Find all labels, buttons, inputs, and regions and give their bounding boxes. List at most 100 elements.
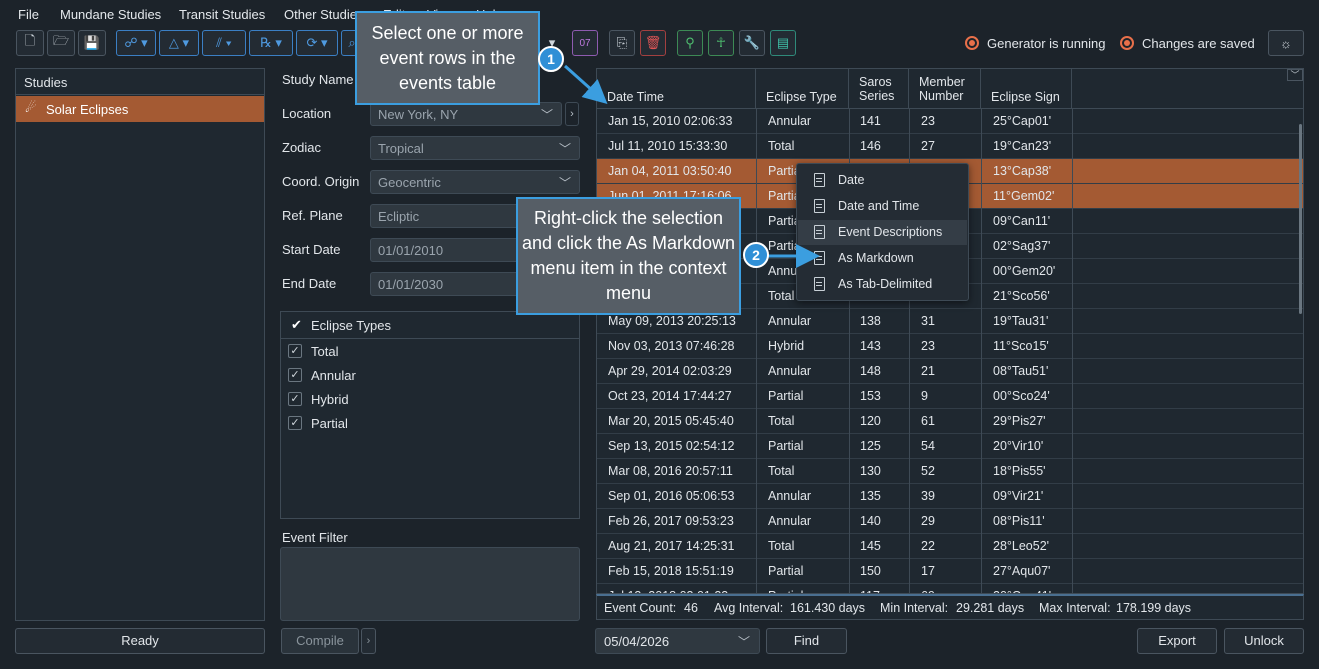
cell-eclipse-type: Partial [768,564,804,578]
scrollbar-thumb[interactable] [1299,124,1302,314]
cell-eclipse-type: Total [768,464,795,478]
column-chooser-icon[interactable]: ﹀ [1287,69,1303,81]
column-header-datetime[interactable]: Date Time [597,69,756,109]
chevron-down-icon: ﹀ [540,108,553,122]
cell-datetime: Mar 20, 2015 05:45:40 [608,414,734,428]
cell-eclipse-type: Annular [768,114,812,128]
eclipse-types-header[interactable]: ✔ Eclipse Types [281,312,579,339]
date-picker-value: 05/04/2026 [604,634,670,649]
column-header-eclipse-sign[interactable]: Eclipse Sign [981,69,1072,109]
compile-button[interactable]: Compile [281,628,359,654]
chevron-right-icon[interactable]: › [565,102,579,126]
cell-eclipse-type: Partial [768,389,804,403]
menu-mundane-studies[interactable]: Mundane Studies [60,7,161,22]
delete-icon[interactable]: 🗑 [640,30,666,56]
cell-datetime: Feb 26, 2017 09:53:23 [608,514,734,528]
cell-eclipse-sign: 21°Sco56' [993,289,1050,303]
callout-2-text: Right-click the selection and click the … [521,208,736,303]
menu-transit-studies[interactable]: Transit Studies [179,7,265,22]
checkbox-annular[interactable]: ✓ [288,368,302,382]
retrograde-tool-icon[interactable]: ℞ ▾ [249,30,293,56]
location-pin-icon[interactable]: ⚲ [677,30,703,56]
theme-toggle-icon[interactable]: ☼ [1268,30,1304,56]
checkbox-total[interactable]: ✓ [288,344,302,358]
cell-member: 23 [921,339,935,353]
cell-datetime: Nov 03, 2013 07:46:28 [608,339,735,353]
location-combo[interactable]: New York, NY ﹀ [370,102,562,126]
aspect-tool-icon[interactable]: ☍ ▾ [116,30,156,56]
table-row[interactable]: Mar 08, 2016 20:57:11 Total 130 52 18°Pis55' [597,459,1303,484]
menu-item-event-descriptions[interactable]: Event Descriptions [798,220,967,245]
cell-eclipse-sign: 08°Tau51' [993,364,1049,378]
table-row[interactable]: Jan 15, 2010 02:06:33 Annular 141 23 25°Cap0… [597,109,1303,134]
cell-datetime: Mar 08, 2016 20:57:11 [608,464,733,478]
ankh-icon[interactable]: ☥ [708,30,734,56]
save-icon[interactable]: 💾 [78,30,106,56]
generator-status-icon [965,36,979,50]
cell-eclipse-sign: 29°Pis27' [993,414,1046,428]
date-picker[interactable]: 05/04/2026 ﹀ [595,628,760,654]
callout-1-badge: 1 [538,46,564,72]
wrench-icon[interactable]: 🔧 [739,30,765,56]
calendar-icon[interactable]: 07 [572,30,598,56]
cell-eclipse-type: Total [768,414,795,428]
callout-1: Select one or more event rows in the eve… [355,11,540,105]
cell-datetime: Sep 01, 2016 05:06:53 [608,489,735,503]
table-row[interactable]: Sep 01, 2016 05:06:53 Annular 135 39 09°Vir2… [597,484,1303,509]
table-row[interactable]: Feb 26, 2017 09:53:23 Annular 140 29 08°Pis1… [597,509,1303,534]
menu-item-date-and-time[interactable]: Date and Time [798,194,967,219]
table-row[interactable]: Apr 29, 2014 02:03:29 Annular 148 21 08°Tau5… [597,359,1303,384]
find-button[interactable]: Find [766,628,847,654]
cell-saros: 120 [860,414,881,428]
open-folder-icon[interactable]: 🗁 [47,30,75,56]
checkbox-hybrid[interactable]: ✓ [288,392,302,406]
cell-datetime: Jul 11, 2010 15:33:30 [608,139,728,153]
column-header-member[interactable]: Member Number [909,69,981,109]
avg-interval-label: Avg Interval: [714,601,784,615]
cell-member: 31 [921,314,935,328]
cell-saros: 153 [860,389,881,403]
unlock-button[interactable]: Unlock [1224,628,1304,654]
cell-member: 27 [921,139,935,153]
table-row[interactable]: Mar 20, 2015 05:45:40 Total 120 61 29°Pis27' [597,409,1303,434]
event-filter-input[interactable] [280,547,580,621]
table-row[interactable]: Jul 11, 2010 15:33:30 Total 146 27 19°Can23' [597,134,1303,159]
menu-item-as-markdown[interactable]: As Markdown [798,246,967,271]
copy-icon[interactable]: ⎘ [609,30,635,56]
column-header-eclipse-type[interactable]: Eclipse Type [756,69,849,109]
cell-eclipse-type: Total [768,139,795,153]
chevron-down-icon: ﹀ [558,142,571,156]
cycle-tool-icon[interactable]: ⟳ ▾ [296,30,338,56]
parallel-tool-icon[interactable]: ⫽ ▾ [202,30,246,56]
menu-other-studies[interactable]: Other Studies [284,7,364,22]
cell-member: 17 [921,564,935,578]
chevron-right-icon[interactable]: › [361,628,376,654]
table-row[interactable]: Aug 21, 2017 14:25:31 Total 145 22 28°Leo52' [597,534,1303,559]
cell-eclipse-type: Annular [768,314,812,328]
min-interval-label: Min Interval: [880,601,949,615]
zodiac-combo[interactable]: Tropical ﹀ [370,136,580,160]
cell-saros: 130 [860,464,881,478]
menu-item-date[interactable]: Date [798,168,967,193]
table-row[interactable]: Nov 03, 2013 07:46:28 Hybrid 143 23 11°Sco15… [597,334,1303,359]
new-file-icon[interactable]: 🗋 [16,30,44,56]
column-header-saros[interactable]: Saros Series [849,69,909,109]
table-row[interactable]: Sep 13, 2015 02:54:12 Partial 125 54 20°Vir1… [597,434,1303,459]
triangle-tool-icon[interactable]: △ ▾ [159,30,199,56]
checkbox-partial[interactable]: ✓ [288,416,302,430]
cell-datetime: Jan 15, 2010 02:06:33 [608,114,733,128]
table-row[interactable]: Feb 15, 2018 15:51:19 Partial 150 17 27°Aqu0… [597,559,1303,584]
menu-item-as-tab-delimited[interactable]: As Tab-Delimited [798,272,967,297]
export-button[interactable]: Export [1137,628,1217,654]
coord-origin-value: Geocentric [378,175,441,190]
checkmark-icon: ✔ [291,317,302,332]
menu-file[interactable]: File [18,7,39,22]
database-icon[interactable]: ▤ [770,30,796,56]
cell-eclipse-type: Annular [768,514,812,528]
eclipse-type-annular: Annular [311,368,356,383]
coord-origin-combo[interactable]: Geocentric ﹀ [370,170,580,194]
cell-member: 21 [921,364,935,378]
table-row[interactable]: Oct 23, 2014 17:44:27 Partial 153 9 00°Sco24… [597,384,1303,409]
study-item-solar-eclipses[interactable]: ☄ Solar Eclipses [16,96,264,122]
table-row[interactable]: Jul 13, 2018 03:01:23Partial1176920°Can4… [597,584,1303,593]
